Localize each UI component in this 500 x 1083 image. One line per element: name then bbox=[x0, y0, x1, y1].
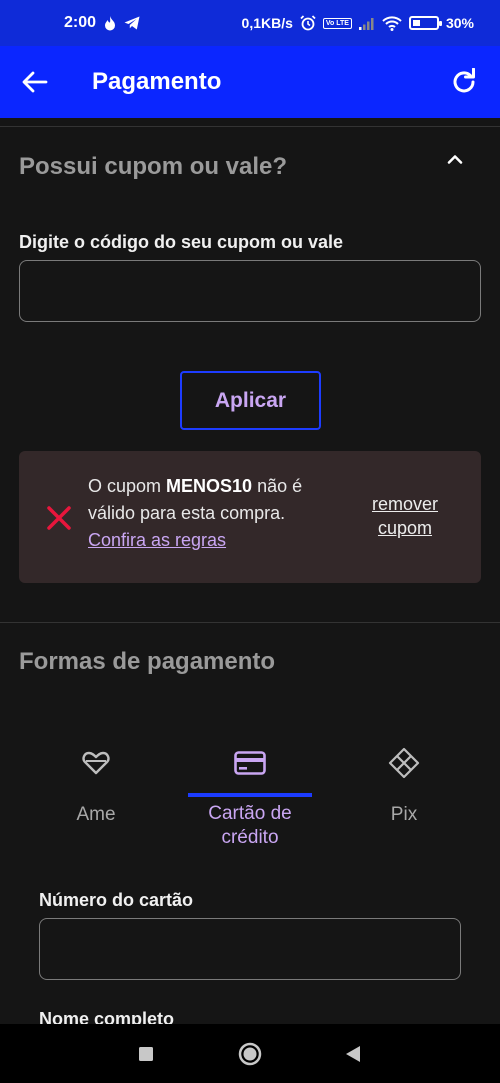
credit-card-icon bbox=[234, 735, 266, 790]
divider bbox=[0, 622, 500, 623]
battery-percent: 30% bbox=[445, 15, 474, 31]
battery-icon bbox=[408, 16, 442, 30]
status-bar: 2:00 0,1KB/s Vo LTE 30% bbox=[0, 0, 500, 46]
card-number-label: Número do cartão bbox=[39, 890, 194, 910]
back-button[interactable] bbox=[20, 68, 50, 96]
telegram-icon bbox=[124, 16, 140, 30]
signal-icon bbox=[358, 17, 375, 30]
alarm-icon bbox=[300, 15, 316, 31]
back-arrow-icon bbox=[22, 71, 48, 93]
flame-icon bbox=[104, 15, 116, 31]
tab-credit-card-label: Cartão de crédito bbox=[208, 803, 292, 848]
refresh-icon bbox=[453, 68, 475, 93]
page-title: Pagamento bbox=[92, 68, 222, 95]
tab-pix[interactable]: Pix bbox=[342, 735, 466, 850]
error-prefix: O cupom bbox=[88, 476, 167, 496]
square-icon bbox=[139, 1047, 153, 1061]
status-time: 2:00 bbox=[64, 14, 97, 31]
chevron-up-icon bbox=[447, 155, 463, 164]
card-number-input[interactable] bbox=[39, 918, 461, 980]
system-nav-bar bbox=[0, 1024, 500, 1083]
system-back-button[interactable] bbox=[338, 1039, 368, 1069]
payment-section-title: Formas de pagamento bbox=[19, 648, 276, 675]
home-button[interactable] bbox=[235, 1039, 265, 1069]
coupon-input-label: Digite o código do seu cupom ou vale bbox=[19, 232, 344, 252]
coupon-section-title: Possui cupom ou vale? bbox=[19, 153, 288, 180]
divider bbox=[0, 126, 500, 127]
network-speed: 0,1KB/s bbox=[241, 15, 293, 31]
status-bar-right: 0,1KB/s Vo LTE 30% bbox=[242, 0, 474, 46]
status-bar-left: 2:00 bbox=[64, 0, 140, 46]
tab-pix-label: Pix bbox=[390, 804, 418, 825]
coupon-input[interactable] bbox=[19, 260, 481, 322]
rules-link[interactable]: Confira as regras bbox=[88, 530, 226, 550]
refresh-button[interactable] bbox=[448, 66, 480, 98]
remove-coupon-link[interactable]: remover cupom bbox=[350, 492, 460, 540]
recents-button[interactable] bbox=[131, 1039, 161, 1069]
wifi-icon bbox=[382, 15, 402, 31]
error-x-icon bbox=[47, 506, 71, 530]
ame-heart-icon bbox=[82, 735, 110, 791]
tab-ame[interactable]: Ame bbox=[34, 735, 158, 850]
coupon-error-text: O cupom MENOS10 não é válido para esta c… bbox=[88, 473, 338, 554]
coupon-error-message: O cupom MENOS10 não é válido para esta c… bbox=[19, 451, 481, 583]
volte-badge: Vo LTE bbox=[322, 17, 352, 29]
active-tab-indicator bbox=[188, 793, 312, 797]
pix-icon bbox=[388, 735, 420, 791]
collapse-coupon-button[interactable] bbox=[446, 150, 464, 168]
app-bar: Pagamento bbox=[0, 46, 500, 118]
apply-coupon-button[interactable]: Aplicar bbox=[180, 371, 321, 430]
triangle-back-icon bbox=[346, 1046, 360, 1062]
coupon-code: MENOS10 bbox=[166, 476, 253, 496]
home-circle-icon bbox=[238, 1042, 262, 1066]
tab-ame-label: Ame bbox=[76, 804, 116, 825]
